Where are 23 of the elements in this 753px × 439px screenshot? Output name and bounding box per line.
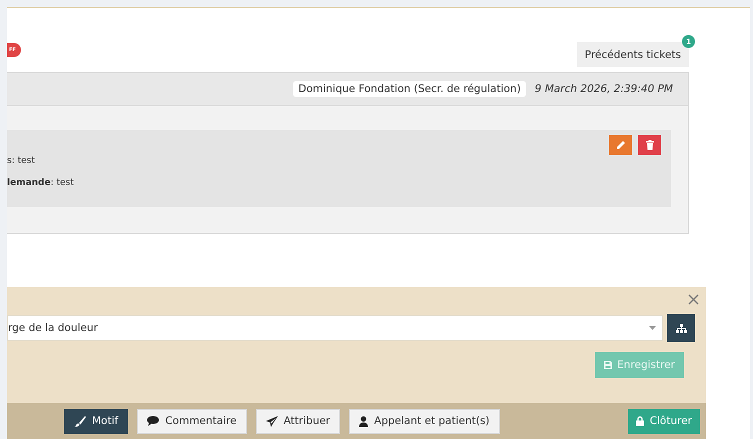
select-value: rge de la douleur (8, 322, 98, 334)
toolbar-button[interactable]: Appelant et patient(s) (349, 408, 500, 434)
entry-text: lemande: test (7, 178, 75, 189)
dropdown-caret-icon (649, 326, 656, 330)
padlock-icon (636, 416, 644, 426)
toolbar-button[interactable]: Attribuer (256, 408, 340, 434)
select-field[interactable]: rge de la douleur (7, 315, 663, 341)
toolbar-button[interactable]: Motif (64, 408, 128, 434)
trash-icon (646, 140, 654, 150)
entry-text: s: test (7, 156, 36, 167)
pencil-icon (616, 140, 625, 150)
delete-button[interactable] (638, 135, 661, 155)
brush-icon (74, 416, 86, 426)
hierarchy-icon (676, 324, 686, 332)
paper-plane-icon (266, 416, 278, 426)
hierarchy-button[interactable] (667, 314, 695, 342)
entry-date: 9 March 2026, 2:39:40 PM (534, 83, 673, 95)
author-tag: Dominique Fondation (Secr. de régulation) (293, 81, 526, 97)
speech-bubble-icon (147, 416, 160, 426)
close-icon[interactable] (688, 294, 699, 305)
toolbar-button[interactable]: Commentaire (137, 408, 247, 434)
person-icon (359, 416, 368, 426)
edit-button[interactable] (609, 135, 632, 155)
